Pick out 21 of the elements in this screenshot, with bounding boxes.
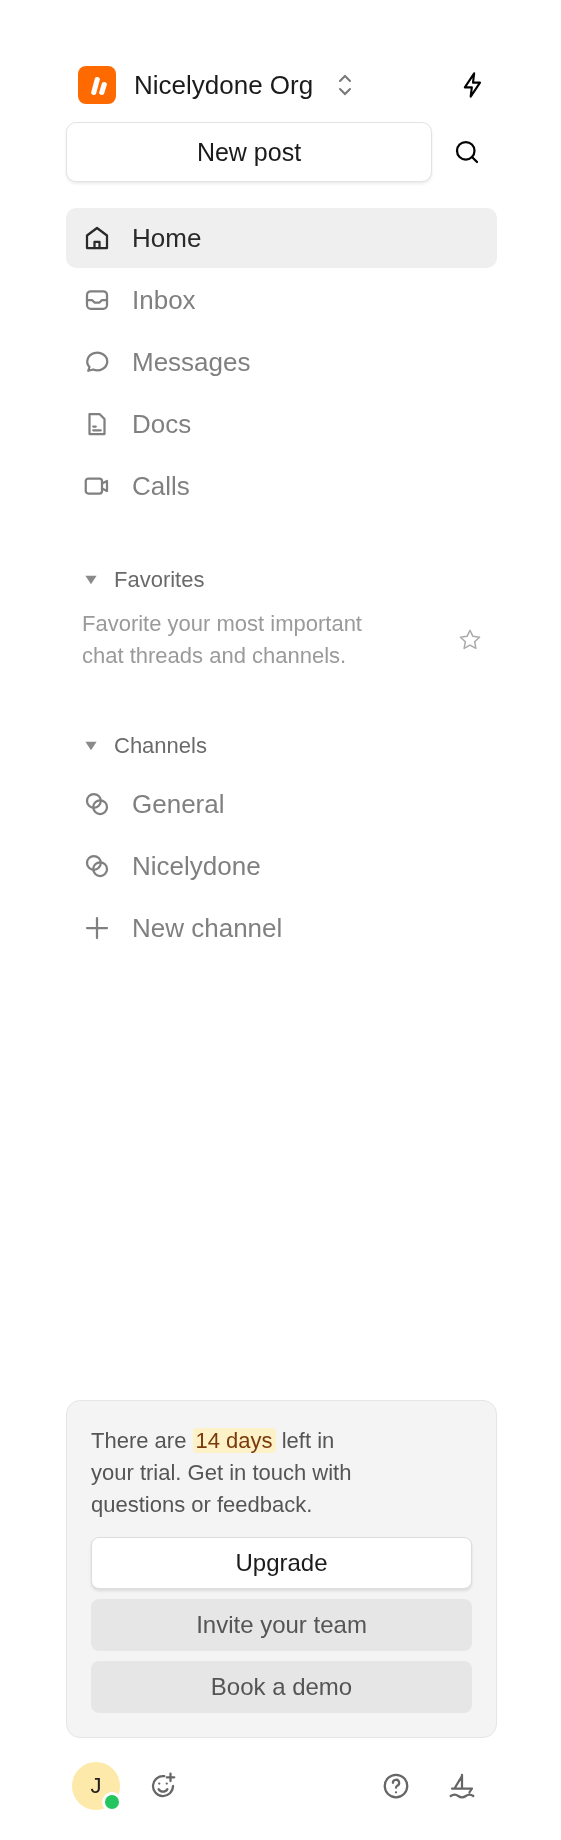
nav-item[interactable]: Docs	[66, 394, 497, 454]
org-name[interactable]: Nicelydone Org	[134, 69, 314, 101]
org-logo	[78, 66, 116, 104]
nav-item[interactable]: Messages	[66, 332, 497, 392]
boat-icon[interactable]	[447, 1771, 477, 1801]
section-title[interactable]: Favorites	[114, 567, 205, 593]
trial-action-button[interactable]: Book a demo	[91, 1661, 472, 1713]
new-post-button[interactable]: New post	[66, 122, 432, 182]
section-title[interactable]: Channels	[114, 733, 207, 759]
upgrade-button[interactable]: Upgrade	[91, 1537, 472, 1589]
new-channel-item[interactable]: New channel	[66, 898, 497, 958]
trial-action-button[interactable]: Invite your team	[91, 1599, 472, 1651]
user-avatar[interactable]: J	[72, 1762, 120, 1810]
nav-item[interactable]: Calls	[66, 456, 497, 516]
nav-item[interactable]: Inbox	[66, 270, 497, 330]
nav-item[interactable]: Home	[66, 208, 497, 268]
trial-message: There are 14 days left in your trial. Get in touch with questions or feedback.	[91, 1427, 353, 1519]
help-icon[interactable]	[381, 1771, 411, 1801]
channel-item[interactable]: General	[66, 774, 497, 834]
favorites-hint: Favorite your most important chat threads and channels.	[82, 610, 363, 670]
channel-item[interactable]: Nicelydone	[66, 836, 497, 896]
